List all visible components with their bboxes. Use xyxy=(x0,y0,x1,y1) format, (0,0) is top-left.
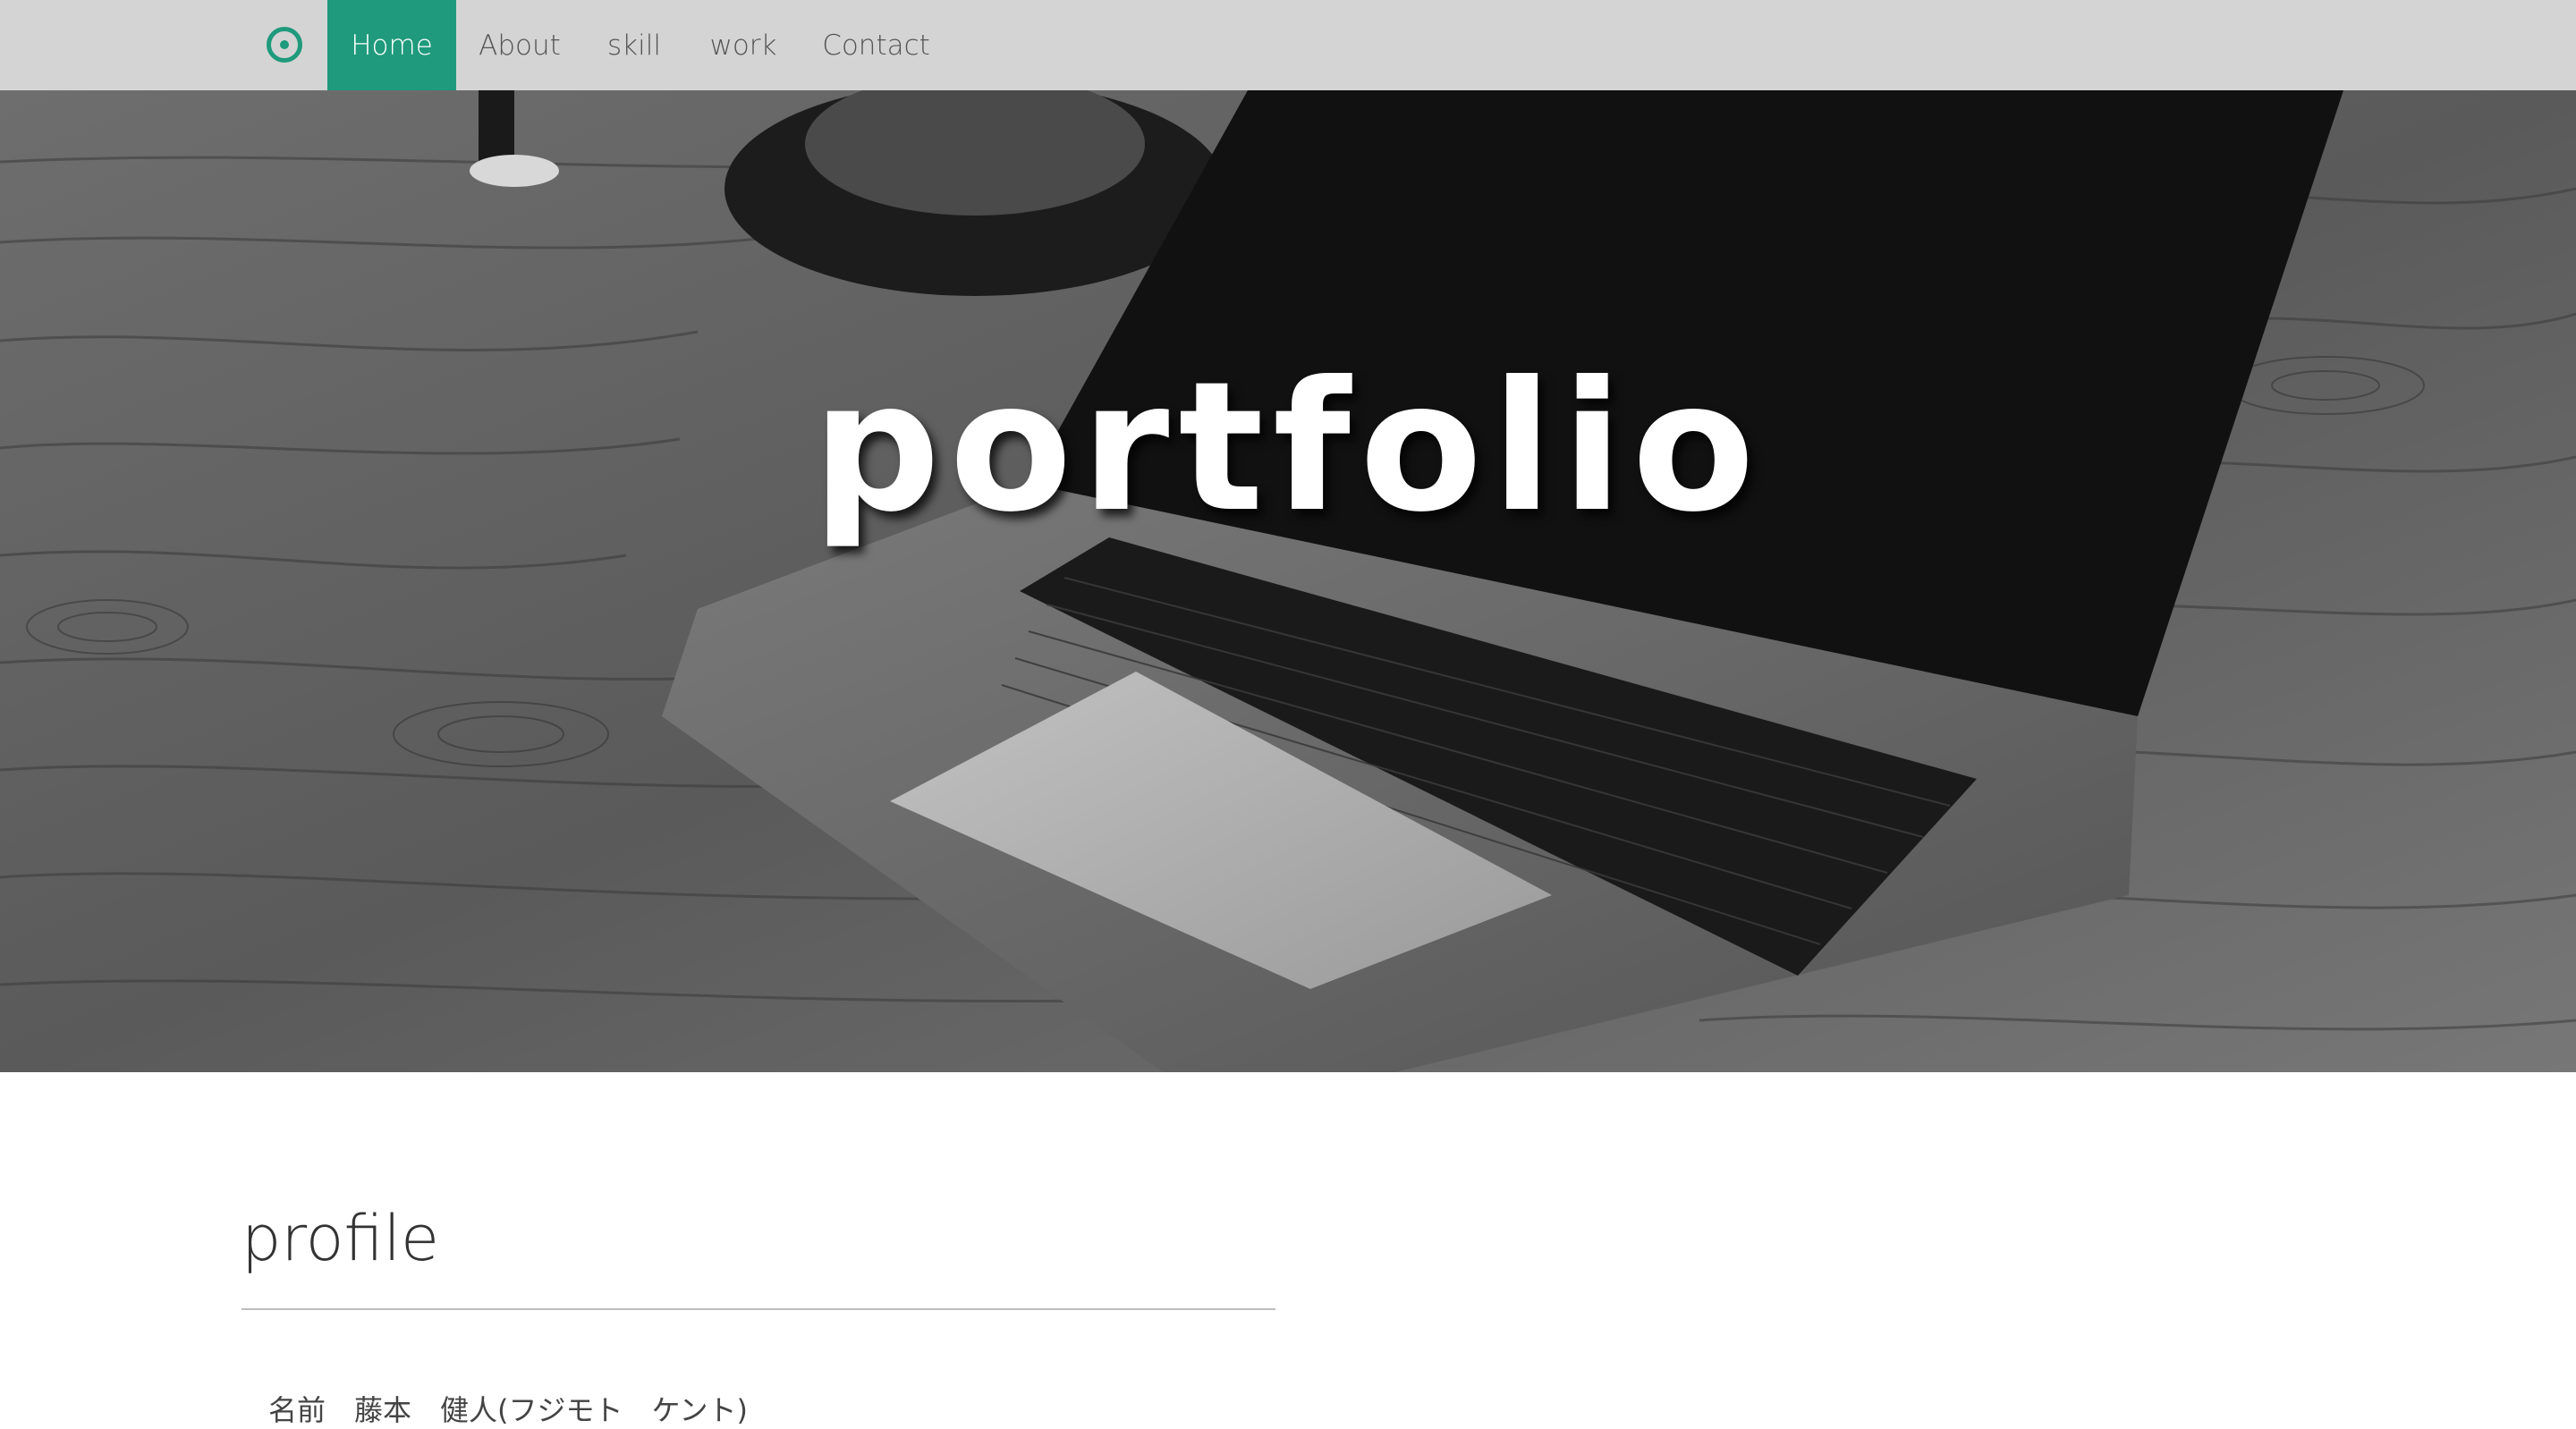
hero-laptop-photo xyxy=(0,90,2576,1072)
target-icon-center xyxy=(280,40,289,49)
hero-banner: portfolio xyxy=(0,90,2576,1072)
nav-about-link[interactable]: About xyxy=(470,0,569,90)
target-icon[interactable] xyxy=(267,27,302,63)
hero-title: portfolio xyxy=(812,343,1764,552)
nav-contact-link[interactable]: Contact xyxy=(816,0,936,90)
nav-skill-link[interactable]: skill xyxy=(597,0,671,90)
nav-work-link[interactable]: work xyxy=(700,0,786,90)
nav-home-link[interactable]: Home xyxy=(327,0,456,90)
profile-heading: profile xyxy=(242,1202,440,1275)
section-divider xyxy=(242,1308,1275,1310)
profile-name-line: 名前 藤本 健人(フジモト ケント) xyxy=(268,1393,749,1427)
top-navbar: Home About skill work Contact xyxy=(0,0,2576,90)
